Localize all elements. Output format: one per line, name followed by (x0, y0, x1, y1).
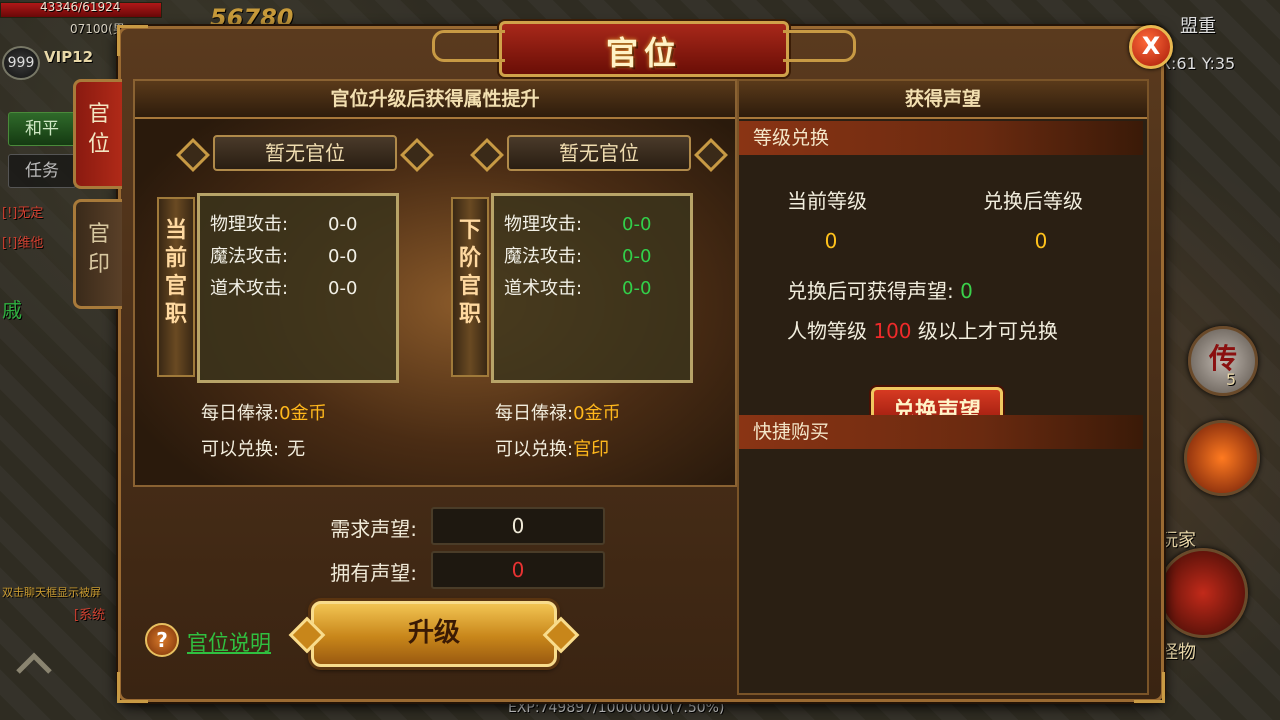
gain-label: 兑换后可获得声望: (787, 279, 954, 303)
quick-buy-section: 快捷购买 (739, 415, 1143, 449)
task-button[interactable]: 任务 (8, 154, 76, 188)
next-salary: 每日俸禄:0金币 (495, 399, 621, 425)
stat-value: 0-0 (328, 246, 358, 267)
chat-line: [系统 (74, 608, 106, 623)
next-rank-plate: 暂无官位 (507, 135, 691, 171)
stat-name: 道术攻击: (504, 278, 583, 299)
salary-value: 0金币 (279, 403, 327, 424)
vip-badge[interactable]: VIP12 (44, 48, 93, 66)
peace-mode-button[interactable]: 和平 (8, 112, 76, 146)
next-stats-box: 物理攻击: 0-0 魔法攻击: 0-0 道术攻击: 0-0 (491, 193, 693, 383)
vertical-label-text: 当前官职 (165, 218, 188, 327)
after-level-label: 兑换后等级 (983, 189, 1083, 213)
stat-value: 0-0 (328, 214, 358, 235)
rank-help-link[interactable]: 官位说明 (187, 627, 271, 657)
panel-header: 获得声望 (739, 81, 1147, 119)
monster-tab-label[interactable]: 怪物 (1160, 638, 1196, 664)
exchange-label: 可以兑换: (495, 439, 574, 460)
req-level: 100 (873, 319, 912, 343)
tab-official-rank[interactable]: 官位 (73, 79, 122, 189)
required-prestige-value: 0 (431, 507, 605, 545)
salary-label: 每日俸禄: (495, 403, 574, 424)
gain-value: 0 (960, 279, 973, 303)
tab-label: 官印 (88, 222, 111, 277)
current-level-label: 当前等级 (787, 189, 867, 213)
stat-name: 道术攻击: (210, 278, 289, 299)
title-ornament (432, 30, 505, 62)
owned-prestige-value: 0 (431, 551, 605, 589)
req-prefix: 人物等级 (787, 319, 867, 343)
salary-value: 0金币 (573, 403, 621, 424)
frame-corner (117, 25, 148, 56)
stat-value: 0-0 (622, 278, 652, 299)
panel-header: 官位升级后获得属性提升 (135, 81, 735, 119)
map-coords: X:61 Y:35 (1160, 54, 1236, 73)
current-exchange: 可以兑换: 无 (201, 435, 305, 461)
exchange-label: 可以兑换: (201, 439, 280, 460)
next-rank-vertical-label: 下阶官职 (451, 197, 489, 377)
map-name: 盟重 (1180, 16, 1216, 37)
chat-line: 戚 (2, 298, 22, 322)
current-stats-box: 物理攻击: 0-0 魔法攻击: 0-0 道术攻击: 0-0 (197, 193, 399, 383)
exp-readout: EXP:749897/10000000(7.50%) (508, 700, 725, 716)
player-tab-label[interactable]: 玩家 (1160, 526, 1196, 552)
current-salary: 每日俸禄:0金币 (201, 399, 327, 425)
req-suffix: 级以上才可兑换 (917, 319, 1058, 343)
stat-row: 物理攻击: 0-0 (210, 210, 357, 236)
vertical-label-text: 下阶官职 (459, 218, 482, 327)
teleport-label: 传 (1208, 342, 1237, 375)
prestige-panel: 获得声望 等级兑换 当前等级 兑换后等级 0 0 兑换后可获得声望: 0 人物等… (737, 79, 1149, 695)
stat-name: 魔法攻击: (504, 246, 583, 267)
salary-label: 每日俸禄: (201, 403, 280, 424)
prestige-gain-line: 兑换后可获得声望: 0 (787, 275, 973, 304)
stat-row: 物理攻击: 0-0 (504, 210, 651, 236)
chat-line: [!]维他 (2, 236, 44, 251)
exchange-value: 无 (287, 439, 306, 460)
stat-row: 魔法攻击: 0-0 (210, 242, 357, 268)
monster-target-button[interactable] (1158, 548, 1248, 638)
stat-row: 魔法攻击: 0-0 (504, 242, 651, 268)
rank-dialog: 官位 X 官位 官印 官位升级后获得属性提升 暂无官位 当前官职 物理攻击: 0-… (73, 21, 1173, 703)
teleport-count: 5 (1226, 370, 1237, 389)
frame-corner (117, 672, 148, 703)
hp-text: 43346/61924 (40, 0, 121, 14)
stat-row: 道术攻击: 0-0 (210, 274, 357, 300)
title-ornament (783, 30, 856, 62)
stat-value: 0-0 (328, 278, 358, 299)
help-icon[interactable]: ? (145, 623, 179, 657)
stat-value: 0-0 (622, 214, 652, 235)
dialog-title-plate: 官位 (432, 21, 856, 77)
current-rank-vertical-label: 当前官职 (157, 197, 195, 377)
stat-value: 0-0 (622, 246, 652, 267)
close-button[interactable]: X (1129, 25, 1173, 69)
current-rank-plate: 暂无官位 (213, 135, 397, 171)
dialog-title: 官位 (605, 34, 682, 72)
owned-prestige-label: 拥有声望: (330, 561, 417, 585)
stat-row: 道术攻击: 0-0 (504, 274, 651, 300)
exchange-value: 官印 (573, 439, 610, 460)
chat-line: 双击聊天框显示被屏 (2, 586, 101, 599)
required-prestige-label: 需求声望: (330, 517, 417, 541)
after-level-value: 0 (1034, 229, 1048, 253)
current-level-value: 0 (824, 229, 838, 253)
chevron-up-icon[interactable] (14, 648, 54, 678)
stat-name: 魔法攻击: (210, 246, 289, 267)
rank-attributes-panel: 官位升级后获得属性提升 暂无官位 当前官职 物理攻击: 0-0 魔法攻击: 0-0 … (133, 79, 737, 487)
level-exchange-section: 等级兑换 (739, 121, 1143, 155)
player-level-badge: 999 (2, 46, 40, 80)
chat-line: [!]无定 (2, 206, 44, 221)
stat-name: 物理攻击: (504, 214, 583, 235)
tab-official-seal[interactable]: 官印 (73, 199, 122, 309)
next-exchange: 可以兑换:官印 (495, 435, 609, 461)
stat-name: 物理攻击: (210, 214, 289, 235)
tab-label: 官位 (88, 102, 111, 157)
level-requirement-line: 人物等级 100 级以上才可兑换 (787, 315, 1058, 344)
skill-fire-button[interactable] (1184, 420, 1260, 496)
upgrade-button[interactable]: 升级 (311, 601, 557, 667)
teleport-button[interactable]: 传 (1188, 326, 1258, 396)
